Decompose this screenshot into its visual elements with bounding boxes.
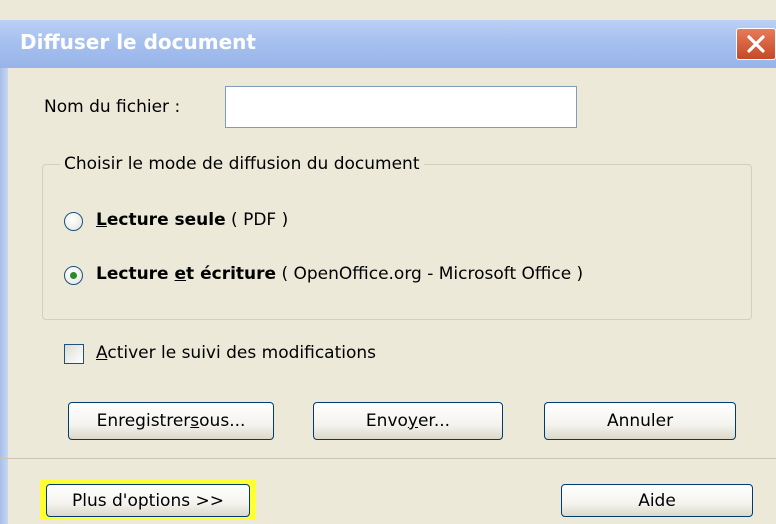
read-only-title: ecture seule [106, 210, 226, 230]
radio-read-only[interactable] [64, 212, 83, 231]
track-changes-checkbox[interactable] [64, 344, 84, 364]
read-only-accel: L [96, 210, 107, 230]
save-as-button[interactable]: Enregistrer s ous... [68, 402, 274, 440]
track-changes-text: ctiver le suivi des modifications [107, 343, 376, 363]
filename-input[interactable] [225, 86, 577, 128]
more-options-button[interactable]: Plus d'options >> [46, 484, 250, 517]
title-bar[interactable]: Diffuser le document [0, 20, 776, 68]
send-post: er... [417, 411, 451, 431]
help-button[interactable]: Aide [561, 484, 753, 517]
radio-selected-dot [70, 272, 77, 279]
window-title: Diffuser le document [20, 30, 256, 54]
save-as-pre: Enregistrer [96, 411, 191, 431]
track-changes-label[interactable]: Activer le suivi des modifications [96, 343, 376, 363]
filename-label: Nom du fichier : [44, 97, 181, 117]
dialog-window: Diffuser le document Nom du fichier : Ch… [0, 0, 776, 524]
track-changes-accel: A [96, 343, 108, 363]
save-as-post: ous... [199, 411, 246, 431]
radio-read-only-label[interactable]: Lecture seule ( PDF ) [96, 210, 288, 230]
read-only-detail: ( PDF ) [225, 210, 289, 230]
send-pre: Envo [365, 411, 408, 431]
close-button[interactable] [736, 28, 776, 60]
read-write-title-pre: Lecture [96, 264, 175, 284]
read-write-accel: e [174, 264, 187, 284]
close-icon [747, 35, 765, 53]
cancel-button[interactable]: Annuler [544, 402, 736, 440]
radio-read-write[interactable] [64, 266, 83, 285]
send-button[interactable]: Envo y er... [313, 402, 503, 440]
send-accel: y [407, 411, 418, 431]
mode-group-legend: Choisir le mode de diffusion du document [60, 154, 424, 174]
mode-groupbox [42, 164, 752, 320]
read-write-title-rest: t écriture [186, 264, 277, 284]
radio-read-write-label[interactable]: Lecture et écriture ( OpenOffice.org - M… [96, 264, 583, 284]
save-as-accel: s [190, 411, 200, 431]
read-write-detail: ( OpenOffice.org - Microsoft Office ) [276, 264, 584, 284]
divider [0, 458, 776, 459]
window-left-border [0, 68, 8, 524]
